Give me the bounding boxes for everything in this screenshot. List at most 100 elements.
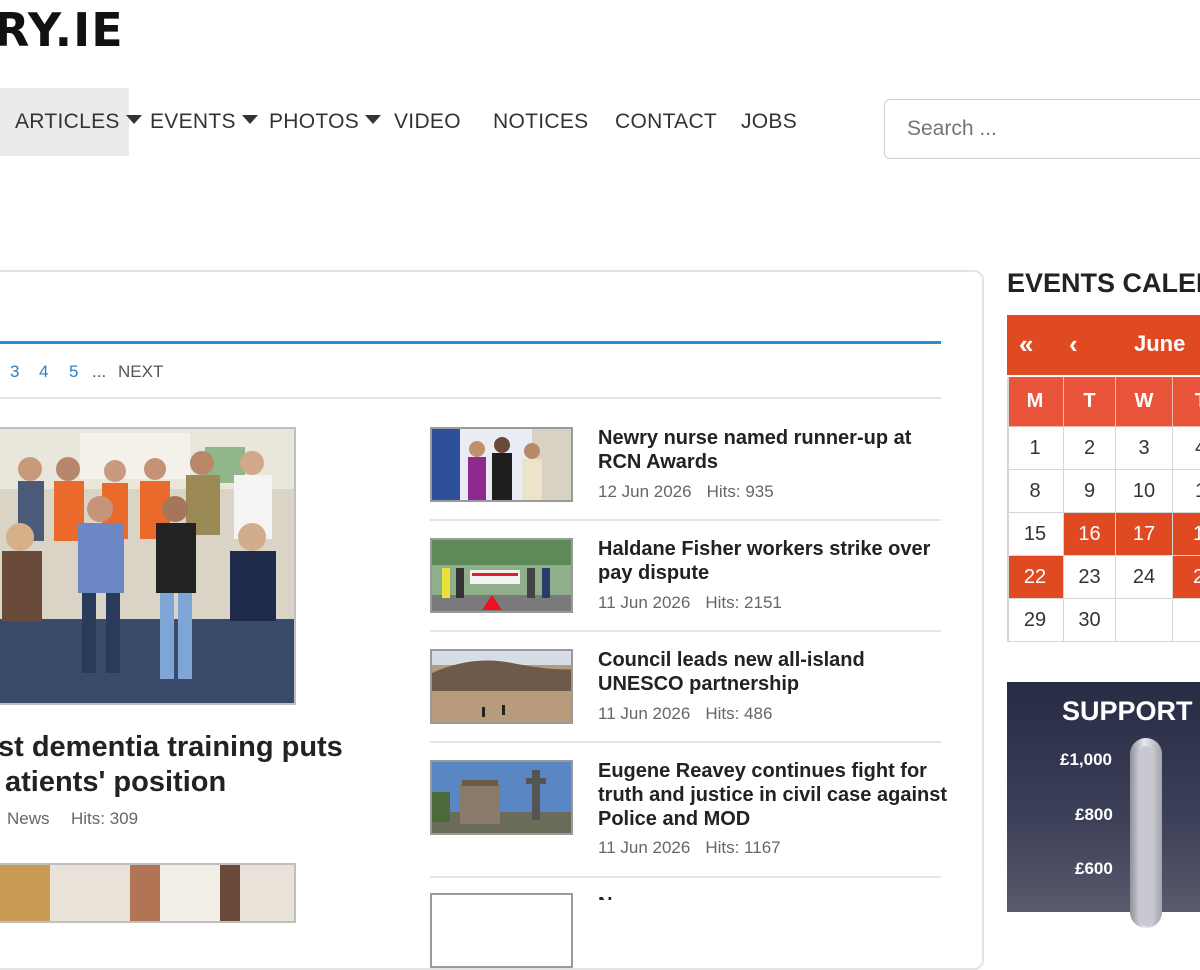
calendar-day[interactable]: 10	[1116, 470, 1173, 513]
landscape-photo	[432, 651, 571, 722]
calendar-day-event[interactable]: 18	[1173, 513, 1200, 556]
article-thumbnail[interactable]	[430, 893, 573, 968]
weekday-mon: M	[1007, 377, 1064, 427]
feature-hits: Hits: 309	[70, 809, 139, 828]
weekday-tue: T	[1064, 377, 1116, 427]
photo-partial	[0, 865, 294, 921]
double-chevron-left-icon[interactable]: «	[1019, 329, 1033, 360]
monument-photo	[432, 762, 571, 833]
article-thumbnail[interactable]	[430, 538, 573, 613]
calendar-day[interactable]: 15	[1007, 513, 1064, 556]
nav-contact-label: CONTACT	[615, 110, 718, 133]
page-link-3[interactable]: 3	[10, 362, 19, 382]
article-hits: Hits: 486	[705, 704, 773, 723]
article-date: 12 Jun 2026	[598, 482, 692, 501]
nav-articles-label: ARTICLES	[15, 110, 120, 133]
page-ellipsis: ...	[92, 362, 107, 381]
page-link-4[interactable]: 4	[39, 362, 48, 382]
calendar-day[interactable]: 1	[1007, 427, 1064, 470]
group-photo	[0, 429, 294, 703]
nav-notices-label: NOTICES	[493, 110, 589, 133]
article-title[interactable]: Newry nurse named runner-up at RCN Award…	[598, 426, 948, 474]
search-input[interactable]	[885, 100, 1200, 158]
article-title[interactable]: N...	[598, 893, 948, 900]
calendar-day[interactable]: 11	[1173, 470, 1200, 513]
article-date: 11 Jun 2026	[598, 838, 691, 857]
calendar-day[interactable]: 2	[1064, 427, 1116, 470]
article-hits: Hits: 935	[706, 482, 774, 501]
nav-jobs[interactable]: JOBS	[741, 88, 797, 156]
calendar-header: « ‹ June	[1007, 315, 1200, 375]
calendar-day-empty	[1173, 599, 1200, 642]
article-thumbnail[interactable]	[430, 427, 573, 502]
article-title[interactable]: Eugene Reavey continues fight for truth …	[598, 759, 948, 831]
calendar-day[interactable]: 3	[1116, 427, 1173, 470]
article-thumbnail[interactable]	[430, 760, 573, 835]
awards-photo	[432, 429, 571, 500]
article-title[interactable]: Council leads new all-island UNESCO part…	[598, 648, 948, 696]
feature-title-line-1: st dementia training puts	[0, 731, 343, 763]
nav-contact[interactable]: CONTACT	[615, 88, 717, 156]
feature-title-line-2: atients' position	[5, 766, 227, 798]
calendar-day-event[interactable]: 17	[1116, 513, 1173, 556]
next-page-link[interactable]: NEXT	[118, 362, 163, 382]
calendar-day[interactable]: 29	[1007, 599, 1064, 642]
nav-photos-label: PHOTOS	[269, 110, 360, 133]
nav-events-label: EVENTS	[150, 110, 236, 133]
calendar-day[interactable]: 9	[1064, 470, 1116, 513]
article-title[interactable]: Haldane Fisher workers strike over pay d…	[598, 537, 948, 585]
calendar-border	[1007, 377, 1009, 642]
goal-amount: £1,000	[1060, 750, 1112, 769]
nav-articles[interactable]: ARTICLES	[0, 88, 142, 156]
nav-jobs-label: JOBS	[741, 110, 798, 133]
nav-video[interactable]: VIDEO	[394, 88, 461, 156]
feature-article-meta: News Hits: 309	[7, 809, 138, 829]
article-meta: 11 Jun 2026 Hits: 1167	[598, 838, 781, 858]
chevron-down-icon	[365, 114, 382, 124]
article-meta: 12 Jun 2026 Hits: 935	[598, 482, 774, 502]
nav-notices[interactable]: NOTICES	[493, 88, 588, 156]
article-meta: 11 Jun 2026 Hits: 2151	[598, 593, 782, 613]
article-divider	[430, 519, 941, 521]
weekday-wed: W	[1116, 377, 1173, 427]
calendar-month: June	[1134, 331, 1186, 356]
calendar-day-event[interactable]: 22	[1007, 556, 1064, 599]
calendar-day[interactable]: 8	[1007, 470, 1064, 513]
nav-video-label: VIDEO	[394, 110, 461, 133]
weekday-thu: T	[1173, 377, 1200, 427]
calendar-day[interactable]: 30	[1064, 599, 1116, 642]
feature-category: News	[7, 809, 50, 828]
chevron-left-icon[interactable]: ‹	[1069, 329, 1078, 360]
article-hits: Hits: 2151	[705, 593, 782, 612]
calendar-day[interactable]: 23	[1064, 556, 1116, 599]
support-title: SUPPORT I	[1062, 696, 1200, 726]
article-meta: 11 Jun 2026 Hits: 486	[598, 704, 772, 724]
next-feature-image[interactable]	[0, 863, 296, 923]
article-divider	[430, 876, 941, 878]
calendar-day[interactable]: 4	[1173, 427, 1200, 470]
article-date: 11 Jun 2026	[598, 593, 691, 612]
page-link-5[interactable]: 5	[69, 362, 78, 382]
calendar-day-event[interactable]: 16	[1064, 513, 1116, 556]
goal-amount: £800	[1075, 805, 1113, 824]
chevron-down-icon	[125, 114, 142, 124]
feature-article-image[interactable]	[0, 427, 296, 705]
search-box	[884, 99, 1200, 159]
article-thumbnail[interactable]	[430, 649, 573, 724]
section-divider	[0, 341, 941, 344]
calendar-day-event[interactable]: 25	[1173, 556, 1200, 599]
nav-photos[interactable]: PHOTOS	[269, 88, 382, 156]
nav-events[interactable]: EVENTS	[150, 88, 258, 156]
article-date: 11 Jun 2026	[598, 704, 691, 723]
article-divider	[430, 741, 941, 743]
article-divider	[430, 630, 941, 632]
events-calendar-heading: EVENTS CALEN	[1007, 268, 1200, 298]
calendar-day[interactable]: 24	[1116, 556, 1173, 599]
strike-photo	[432, 540, 571, 611]
goal-amount: £600	[1075, 859, 1113, 878]
feature-article-title[interactable]: st dementia training puts atients' posit…	[0, 730, 358, 800]
calendar-day-empty	[1116, 599, 1173, 642]
chevron-down-icon	[241, 114, 258, 124]
site-logo[interactable]: RY.IE	[0, 2, 124, 58]
support-widget[interactable]: SUPPORT I £1,000 £800 £600	[1007, 682, 1200, 928]
